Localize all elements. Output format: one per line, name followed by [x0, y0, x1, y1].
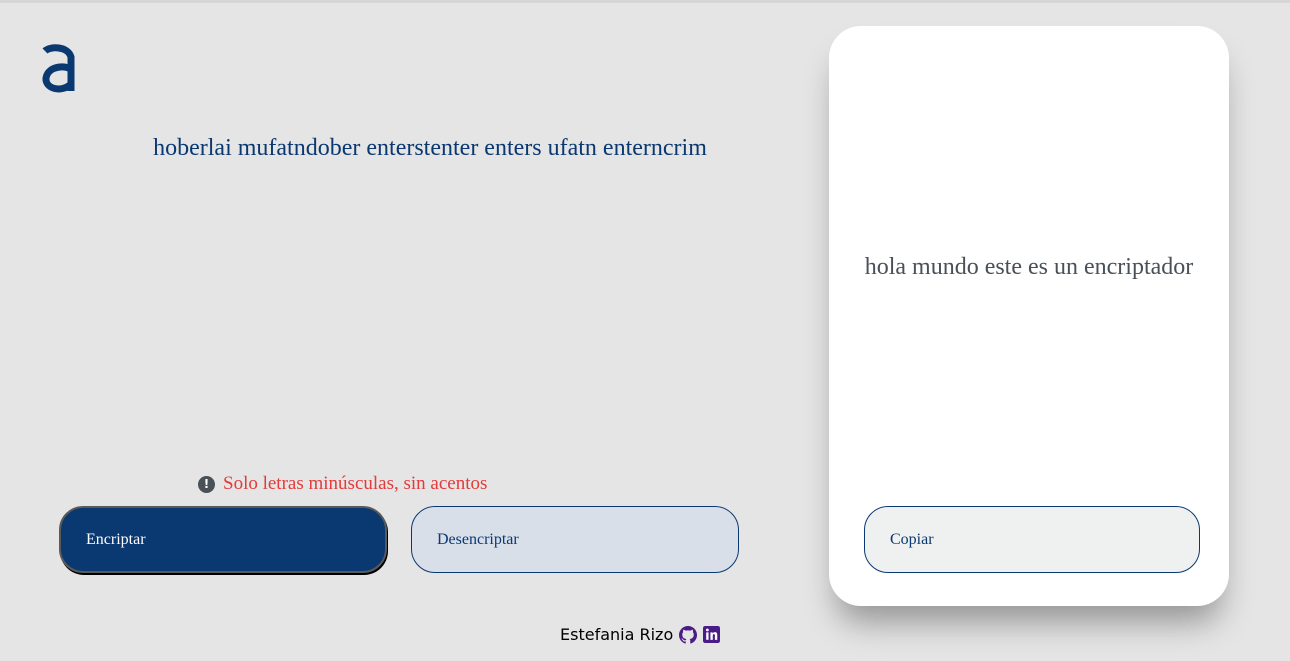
- output-card: hola mundo este es un encriptador Copiar: [829, 26, 1229, 606]
- copy-button[interactable]: Copiar: [864, 506, 1200, 573]
- alura-logo-icon: [40, 43, 76, 95]
- hint-text: Solo letras minúsculas, sin acentos: [223, 473, 488, 494]
- github-icon[interactable]: [679, 625, 698, 644]
- input-hint: ! Solo letras minúsculas, sin acentos: [198, 473, 487, 495]
- output-text: hola mundo este es un encriptador: [864, 254, 1194, 280]
- linkedin-icon[interactable]: [703, 626, 721, 643]
- encrypt-button[interactable]: Encriptar: [59, 506, 387, 573]
- exclamation-circle-icon: !: [198, 475, 215, 493]
- decrypt-button[interactable]: Desencriptar: [411, 506, 739, 573]
- page: hoberlai mufatndober enterstenter enters…: [0, 0, 1290, 661]
- message-input[interactable]: hoberlai mufatndober enterstenter enters…: [60, 135, 800, 162]
- author-name: Estefania Rizo: [560, 625, 674, 644]
- footer: Estefania Rizo: [560, 625, 721, 644]
